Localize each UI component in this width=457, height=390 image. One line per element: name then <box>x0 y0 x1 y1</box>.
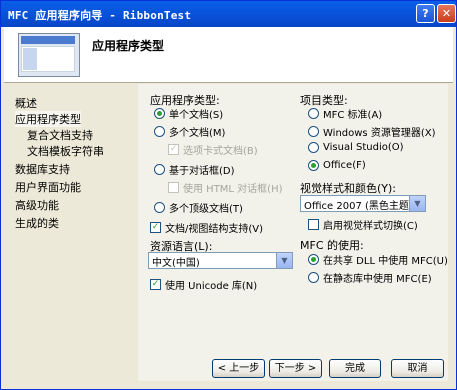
chevron-down-icon: ▼ <box>409 196 425 211</box>
nav-compound-document[interactable]: 复合文档支持 <box>27 127 93 143</box>
radio-mfc-standard[interactable]: MFC 标准(A) <box>308 106 382 121</box>
radio-indicator <box>308 160 319 171</box>
checkbox-indicator <box>168 182 179 193</box>
radio-multiple-documents[interactable]: 多个文档(M) <box>154 124 225 139</box>
nav-database-support[interactable]: 数据库支持 <box>15 161 70 177</box>
radio-shared-dll[interactable]: 在共享 DLL 中使用 MFC(U) <box>308 252 448 267</box>
checkbox-tabbed-documents: ✓ 选项卡式文档(B) <box>168 144 258 157</box>
radio-indicator <box>308 272 319 283</box>
radio-indicator <box>308 108 319 119</box>
app-preview-icon <box>18 33 80 77</box>
radio-office[interactable]: Office(F) <box>308 160 366 171</box>
radio-indicator <box>154 108 165 119</box>
radio-visual-studio[interactable]: Visual Studio(O) <box>308 142 404 153</box>
checkbox-indicator <box>308 219 319 230</box>
radio-single-document[interactable]: 单个文档(S) <box>154 106 223 121</box>
radio-dialog-based[interactable]: 基于对话框(D) <box>154 162 235 177</box>
resource-language-select[interactable]: 中文(中国) ▼ <box>148 252 293 269</box>
checkbox-use-unicode[interactable]: ✓ 使用 Unicode 库(N) <box>150 277 257 292</box>
window-title: MFC 应用程序向导 - RibbonTest <box>8 9 192 22</box>
checkmark-icon: ✓ <box>150 222 161 233</box>
nav-generated-classes[interactable]: 生成的类 <box>15 215 59 231</box>
finish-button[interactable]: 完成 <box>329 359 381 378</box>
radio-static-library[interactable]: 在静态库中使用 MFC(E) <box>308 270 432 285</box>
title-bar: MFC 应用程序向导 - RibbonTest ? ✕ <box>1 1 456 27</box>
radio-indicator <box>308 142 319 153</box>
wizard-window: MFC 应用程序向导 - RibbonTest ? ✕ 应用程序类型 概述 应用… <box>0 0 457 390</box>
radio-indicator <box>154 202 165 213</box>
help-button[interactable]: ? <box>416 4 435 23</box>
checkbox-html-dialog: 使用 HTML 对话框(H) <box>168 180 283 195</box>
radio-indicator <box>308 254 319 265</box>
previous-button[interactable]: < 上一步 <box>212 359 265 378</box>
nav-user-interface-features[interactable]: 用户界面功能 <box>15 179 81 195</box>
page-heading: 应用程序类型 <box>92 39 165 53</box>
cancel-button[interactable]: 取消 <box>391 359 444 378</box>
radio-indicator <box>154 126 165 137</box>
visual-style-select[interactable]: Office 2007 (黑色主题) ▼ <box>300 195 426 212</box>
options-panel: 应用程序类型: 单个文档(S) 多个文档(M) ✓ 选项卡式文档(B) 基于对话框… <box>138 84 448 381</box>
nav-advanced-features[interactable]: 高级功能 <box>15 197 59 213</box>
radio-indicator <box>154 164 165 175</box>
chevron-down-icon: ▼ <box>276 253 292 268</box>
close-button[interactable]: ✕ <box>437 4 456 23</box>
mfc-use-label: MFC 的使用: <box>300 239 364 252</box>
nav-document-template-strings[interactable]: 文档模板字符串 <box>27 143 104 159</box>
radio-indicator <box>308 126 319 137</box>
next-button[interactable]: 下一步 > <box>269 359 322 378</box>
nav-overview[interactable]: 概述 <box>15 95 37 111</box>
checkbox-doc-view-support[interactable]: ✓ 文档/视图结构支持(V) <box>150 220 263 235</box>
radio-multiple-top-level[interactable]: 多个顶级文档(T) <box>154 200 243 215</box>
radio-windows-explorer[interactable]: Windows 资源管理器(X) <box>308 124 435 139</box>
visual-style-label: 视觉样式和颜色(Y): <box>300 182 397 195</box>
checkbox-enable-style-switching[interactable]: 启用视觉样式切换(C) <box>308 217 418 232</box>
checkmark-icon: ✓ <box>168 144 179 155</box>
checkmark-icon: ✓ <box>150 279 161 290</box>
nav-application-type[interactable]: 应用程序类型 <box>15 111 81 127</box>
header-banner: 应用程序类型 <box>4 27 453 83</box>
